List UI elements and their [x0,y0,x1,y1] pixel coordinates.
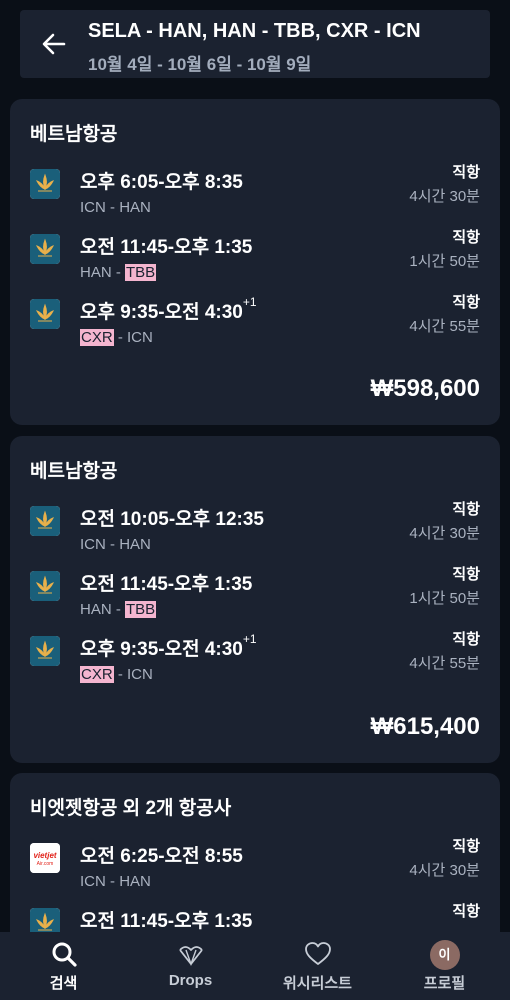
stops-label: 직항 [452,229,480,246]
nav-item-profile[interactable]: 이 프로필 [381,932,508,1000]
duration-label: 4시간 30분 [409,862,480,879]
duration-label: 4시간 55분 [409,655,480,672]
svg-text:Air.com: Air.com [37,861,54,867]
highlighted-airport: CXR [80,329,114,346]
flight-segment: vietjet Air.com 오전 6:25-오전 8:55 ICN - HAN… [10,838,500,901]
price-label: ₩615,400 [370,713,480,740]
avatar: 이 [429,940,460,970]
nav-item-drops[interactable]: Drops [127,932,254,1000]
stops-label: 직항 [452,566,480,583]
price-label: ₩598,600 [370,375,480,402]
nav-label-profile: 프로필 [423,975,466,992]
vietnam-airlines-logo [30,636,60,666]
nav-label-search: 검색 [49,975,78,992]
vietjet-logo: vietjet Air.com [30,843,60,873]
airport-codes: CXR - ICN [80,329,153,346]
airport-codes: CXR - ICN [80,666,153,683]
highlighted-airport: TBB [125,264,157,281]
nav-label-wishlist: 위시리스트 [282,975,352,992]
airport-codes: ICN - HAN [80,873,151,890]
stops-label: 직항 [452,903,480,920]
airport-codes: HAN - TBB [80,601,157,618]
duration-label: 4시간 30분 [409,525,480,542]
flight-segment: 오후 6:05-오후 8:35 ICN - HAN 직항 4시간 30분 [10,164,500,227]
duration-label: 4시간 55분 [409,318,480,335]
flight-times: 오후 9:35-오전 4:30+1 [80,632,257,660]
stops-label: 직항 [452,501,480,518]
results-list: 베트남항공 오후 6:05-오후 8:35 ICN - HAN 직항 4시간 3… [0,0,510,1000]
vietnam-airlines-logo [30,506,60,536]
drops-icon [178,946,203,967]
flight-times: 오전 6:25-오전 8:55 [80,846,243,867]
flight-segment: 오전 11:45-오후 1:35 HAN - TBB 직항 1시간 50분 [10,229,500,292]
stops-label: 직항 [452,164,480,181]
stops-label: 직항 [452,294,480,311]
nav-item-wishlist[interactable]: 위시리스트 [254,932,381,1000]
airline-name: 베트남항공 [30,124,118,145]
vietnam-airlines-logo [30,299,60,329]
flight-times: 오전 10:05-오후 12:35 [80,509,264,530]
search-icon [52,942,77,967]
flight-segment: 오전 10:05-오후 12:35 ICN - HAN 직항 4시간 30분 [10,501,500,564]
flight-times: 오전 11:45-오후 1:35 [80,574,253,595]
stops-label: 직항 [452,631,480,648]
heart-icon [304,942,331,965]
highlighted-airport: TBB [125,601,157,618]
flight-times: 오후 9:35-오전 4:30+1 [80,295,257,323]
flight-segment: 오후 9:35-오전 4:30+1 CXR - ICN 직항 4시간 55분 [10,294,500,357]
highlighted-airport: CXR [80,666,114,683]
duration-label: 1시간 50분 [409,590,480,607]
vietnam-airlines-logo [30,234,60,264]
airline-name: 비엣젯항공 외 2개 항공사 [30,798,232,819]
airport-codes: HAN - TBB [80,264,157,281]
flight-times: 오전 11:45-오후 1:35 [80,237,253,258]
nav-label-drops: Drops [168,972,213,989]
airline-name: 베트남항공 [30,461,118,482]
nav-item-search[interactable]: 검색 [0,932,127,1000]
vietnam-airlines-logo [30,571,60,601]
airport-codes: ICN - HAN [80,536,151,553]
flight-segment: 오후 9:35-오전 4:30+1 CXR - ICN 직항 4시간 55분 [10,631,500,694]
svg-text:vietjet: vietjet [33,851,56,860]
duration-label: 4시간 30분 [409,188,480,205]
airport-codes: ICN - HAN [80,199,151,216]
duration-label: 1시간 50분 [409,253,480,270]
stops-label: 직항 [452,838,480,855]
bottom-nav-bar: 검색 Drops 위시리스트 이 프로필 [0,932,510,1000]
flight-result-card[interactable]: 베트남항공 오후 6:05-오후 8:35 ICN - HAN 직항 4시간 3… [10,99,500,425]
flight-times: 오후 6:05-오후 8:35 [80,172,243,193]
flight-segment: 오전 11:45-오후 1:35 HAN - TBB 직항 1시간 50분 [10,566,500,629]
flight-times: 오전 11:45-오후 1:35 [80,911,253,932]
vietnam-airlines-logo [30,169,60,199]
flight-result-card[interactable]: 베트남항공 오전 10:05-오후 12:35 ICN - HAN 직항 4시간… [10,436,500,763]
